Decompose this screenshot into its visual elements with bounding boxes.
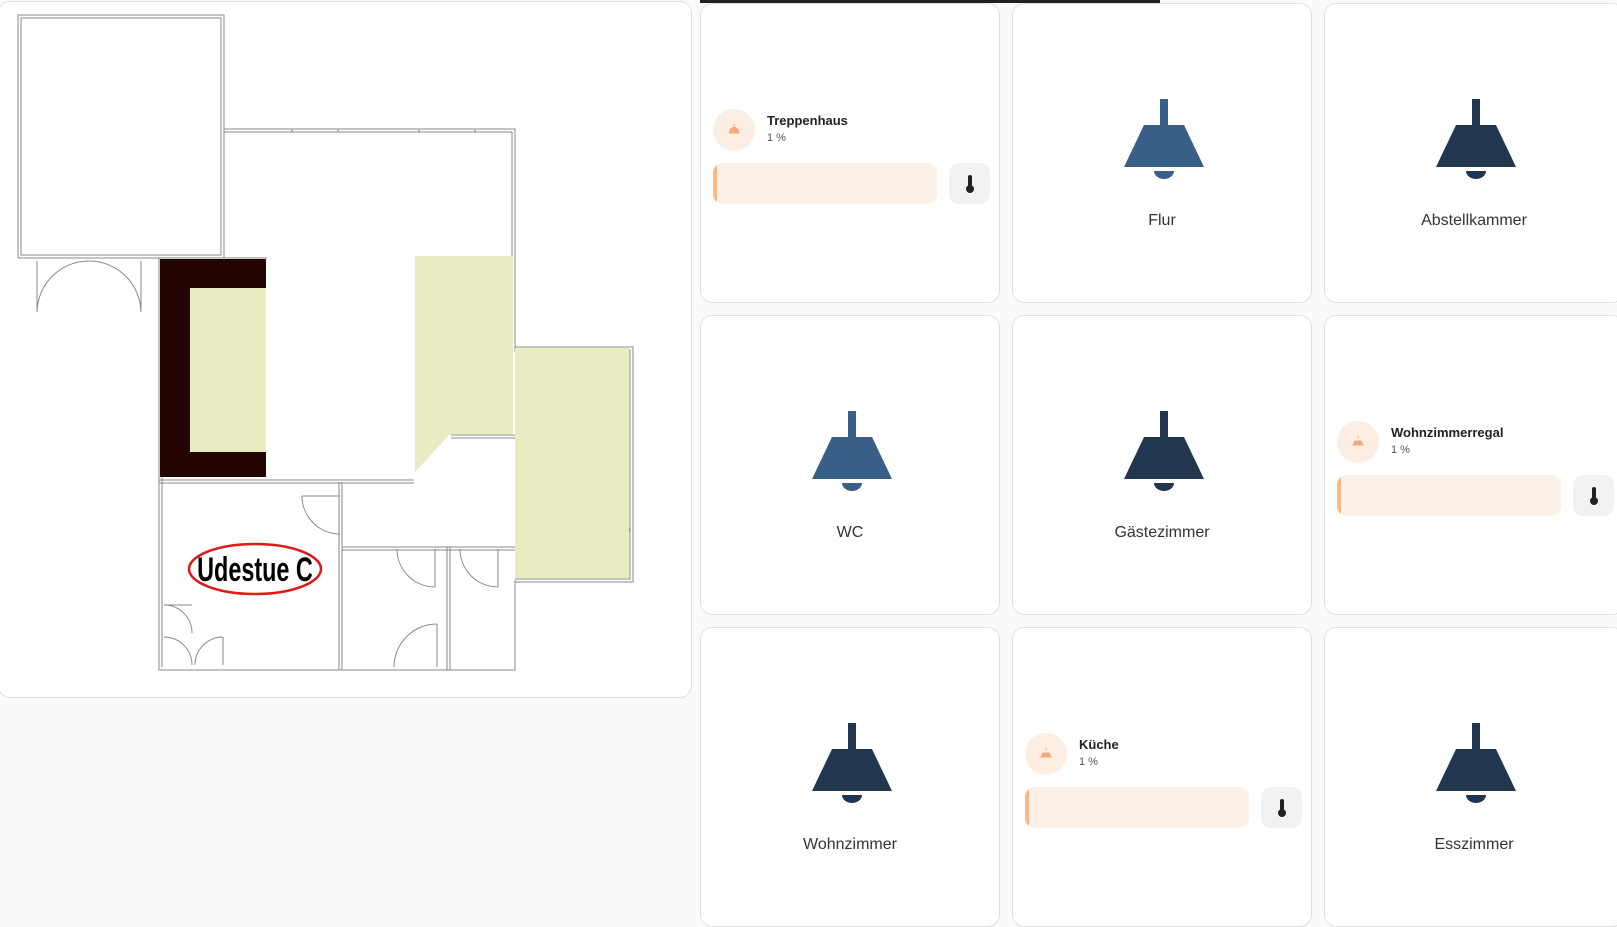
tile-label: WC <box>836 524 864 541</box>
bulb-icon[interactable] <box>713 109 755 151</box>
ceiling-lamp-icon <box>1124 411 1204 491</box>
light-name: Küche <box>1079 737 1119 752</box>
thermometer-icon <box>1277 798 1286 817</box>
ceiling-lamp-icon <box>1436 99 1516 179</box>
room-label: Udestue C <box>197 551 313 590</box>
light-card-treppenhaus[interactable]: Treppenhaus 1 % <box>700 3 1000 303</box>
brightness-slider[interactable] <box>713 163 937 204</box>
bulb-icon[interactable] <box>1337 421 1379 463</box>
floorplan-image: Udestue C <box>17 14 634 671</box>
lamp-tile-abstellkammer[interactable]: Abstellkammer <box>1324 3 1617 303</box>
light-name: Wohnzimmerregal <box>1391 425 1504 440</box>
ceiling-lamp-icon <box>812 411 892 491</box>
bulb-icon[interactable] <box>1025 733 1067 775</box>
tile-label: Wohnzimmer <box>803 836 897 853</box>
thermometer-icon <box>965 174 974 193</box>
color-temp-button[interactable] <box>1261 787 1302 828</box>
color-temp-button[interactable] <box>1573 475 1614 516</box>
light-state: 1 % <box>1079 756 1098 768</box>
lamp-tile-flur[interactable]: Flur <box>1012 3 1312 303</box>
brightness-fill <box>713 163 718 204</box>
lamp-tile-gaestezimmer[interactable]: Gästezimmer <box>1012 315 1312 615</box>
tile-label: Flur <box>1148 212 1176 229</box>
brightness-slider[interactable] <box>1337 475 1561 516</box>
ceiling-lamp-icon <box>1436 723 1516 803</box>
tile-label: Gästezimmer <box>1114 524 1210 541</box>
lamp-tile-esszimmer[interactable]: Esszimmer <box>1324 627 1617 927</box>
ceiling-lamp-icon <box>812 723 892 803</box>
brightness-slider[interactable] <box>1025 787 1249 828</box>
brightness-fill <box>1025 787 1030 828</box>
thermometer-icon <box>1589 486 1598 505</box>
floorplan-card: Udestue C <box>0 1 692 698</box>
light-state: 1 % <box>1391 444 1410 456</box>
lamp-tile-wohnzimmer[interactable]: Wohnzimmer <box>700 627 1000 927</box>
color-temp-button[interactable] <box>949 163 990 204</box>
brightness-fill <box>1337 475 1342 516</box>
tile-label: Abstellkammer <box>1421 212 1527 229</box>
ceiling-lamp-icon <box>1124 99 1204 179</box>
light-state: 1 % <box>767 132 786 144</box>
lamp-tile-wc[interactable]: WC <box>700 315 1000 615</box>
light-name: Treppenhaus <box>767 113 848 128</box>
tile-label: Esszimmer <box>1434 836 1514 853</box>
light-card-wohnzimmerregal[interactable]: Wohnzimmerregal 1 % <box>1324 315 1617 615</box>
light-card-kueche[interactable]: Küche 1 % <box>1012 627 1312 927</box>
